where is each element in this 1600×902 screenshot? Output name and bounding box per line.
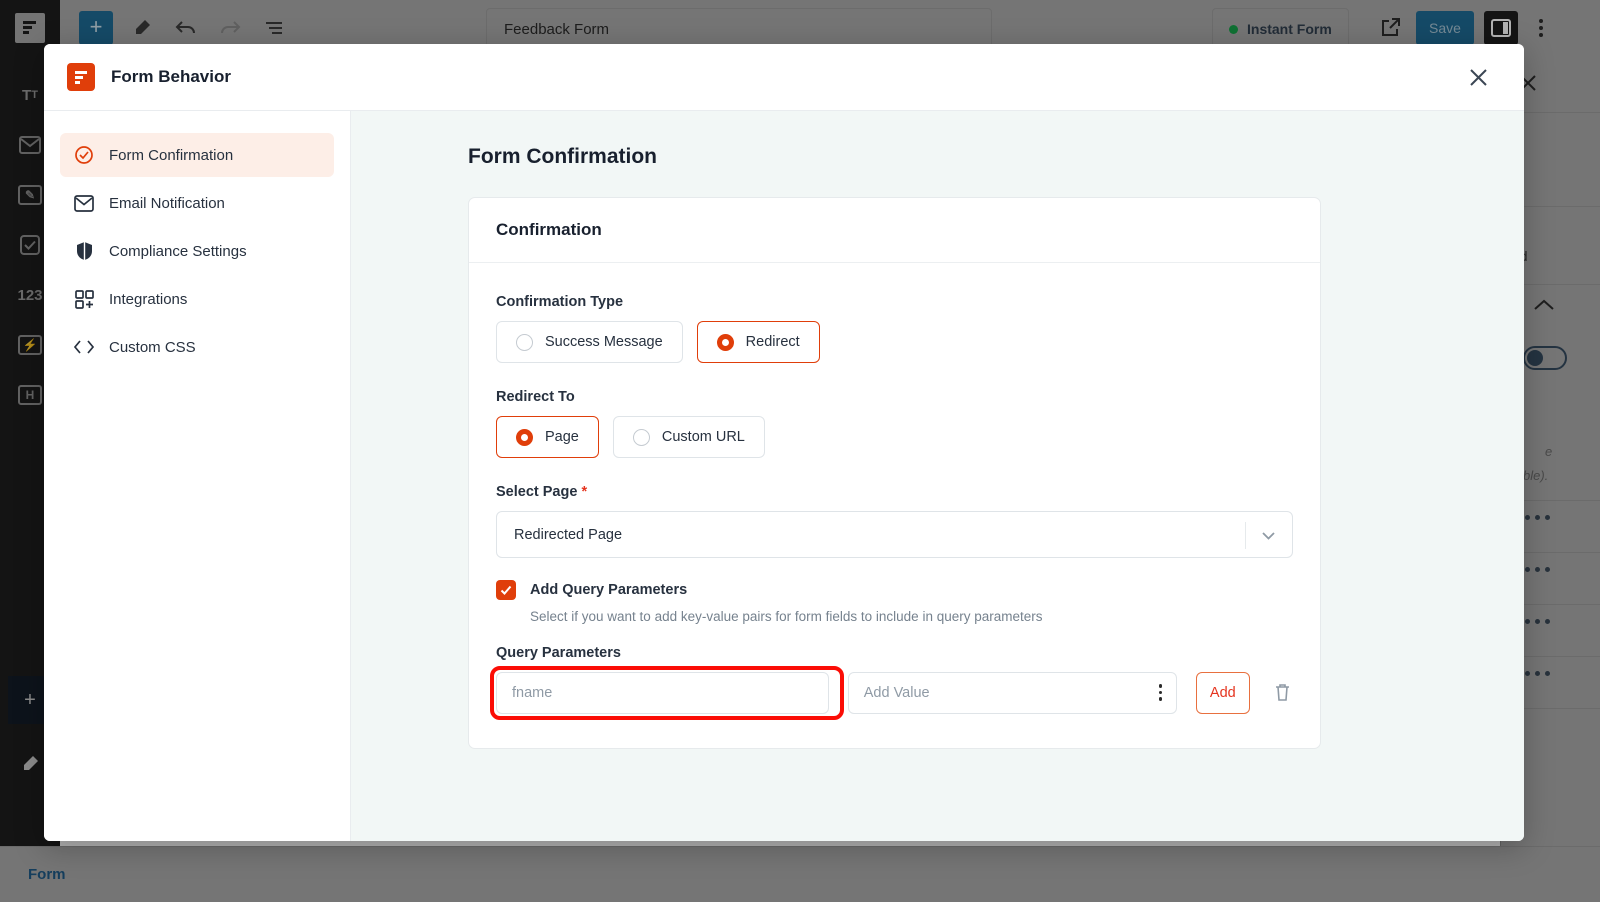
close-icon[interactable]: [1462, 61, 1494, 93]
add-query-parameters-help: Select if you want to add key-value pair…: [530, 609, 1043, 624]
add-query-parameters-checkbox[interactable]: [496, 580, 516, 600]
radio-label: Redirect: [745, 334, 800, 350]
fluentforms-mark-icon: [67, 63, 95, 91]
radio-redirect[interactable]: Redirect: [696, 321, 820, 363]
card-body: Confirmation Type Success Message Redire…: [469, 263, 1320, 748]
query-value-placeholder: Add Value: [863, 685, 930, 701]
confirmation-card: Confirmation Confirmation Type Success M…: [468, 197, 1321, 749]
radio-indicator: [516, 428, 533, 446]
radio-page[interactable]: Page: [496, 416, 599, 458]
sidebar-item-compliance-settings[interactable]: Compliance Settings: [60, 229, 334, 273]
radio-indicator: [632, 428, 650, 446]
sidebar-item-label: Email Notification: [109, 194, 225, 212]
confirmation-type-label: Confirmation Type: [496, 294, 624, 310]
envelope-icon: [74, 193, 94, 213]
add-query-parameters-row[interactable]: Add Query Parameters: [496, 580, 1293, 600]
sidebar-item-label: Custom CSS: [109, 338, 196, 356]
radio-custom-url[interactable]: Custom URL: [612, 416, 765, 458]
select-page-dropdown[interactable]: Redirected Page: [496, 511, 1293, 558]
sidebar-item-label: Form Confirmation: [109, 146, 234, 164]
trash-icon[interactable]: [1272, 682, 1293, 704]
query-key-input[interactable]: fname: [496, 672, 829, 714]
grid-plus-icon: [74, 289, 94, 309]
form-behavior-modal: Form Behavior Form Confirmation Email No…: [44, 44, 1524, 841]
code-icon: [74, 337, 94, 357]
check-circle-icon: [74, 145, 94, 165]
modal-content: Form Confirmation Confirmation Confirmat…: [351, 111, 1524, 841]
query-parameters-row: fname Add Value Add: [490, 666, 1293, 720]
select-page-label: Select Page *: [496, 484, 1293, 500]
sidebar-item-label: Integrations: [109, 290, 188, 308]
shield-icon: [74, 241, 94, 261]
radio-indicator: [716, 333, 734, 351]
sidebar-item-custom-css[interactable]: Custom CSS: [60, 325, 334, 369]
confirmation-type-group: Success Message Redirect: [496, 321, 1293, 363]
required-marker: *: [581, 484, 588, 500]
radio-label: Success Message: [545, 334, 663, 350]
modal-header: Form Behavior: [44, 44, 1524, 111]
radio-indicator: [516, 333, 533, 351]
modal-sidebar: Form Confirmation Email Notification Com…: [44, 111, 351, 841]
add-query-parameters-label: Add Query Parameters: [530, 582, 688, 598]
query-value-input[interactable]: Add Value: [847, 672, 1178, 714]
page-title: Form Confirmation: [468, 145, 657, 168]
card-title: Confirmation: [469, 198, 1320, 263]
value-options-icon[interactable]: [1158, 684, 1163, 701]
modal-body: Form Confirmation Email Notification Com…: [44, 111, 1524, 841]
sidebar-item-label: Compliance Settings: [109, 242, 247, 260]
redirect-to-label: Redirect To: [496, 389, 575, 405]
select-page-label-text: Select Page: [496, 484, 578, 500]
select-page-value: Redirected Page: [514, 526, 623, 543]
sidebar-item-email-notification[interactable]: Email Notification: [60, 181, 334, 225]
select-separator: [1245, 522, 1246, 549]
radio-label: Custom URL: [661, 429, 745, 445]
query-parameters-label: Query Parameters: [496, 645, 621, 661]
redirect-to-group: Page Custom URL: [496, 416, 1293, 458]
modal-title: Form Behavior: [111, 67, 231, 86]
sidebar-item-form-confirmation[interactable]: Form Confirmation: [60, 133, 334, 177]
sidebar-item-integrations[interactable]: Integrations: [60, 277, 334, 321]
radio-label: Page: [545, 429, 579, 445]
add-parameter-button[interactable]: Add: [1196, 672, 1250, 714]
query-key-wrapper: fname: [490, 666, 844, 720]
chevron-down-icon: [1260, 527, 1277, 548]
radio-success-message[interactable]: Success Message: [496, 321, 683, 363]
